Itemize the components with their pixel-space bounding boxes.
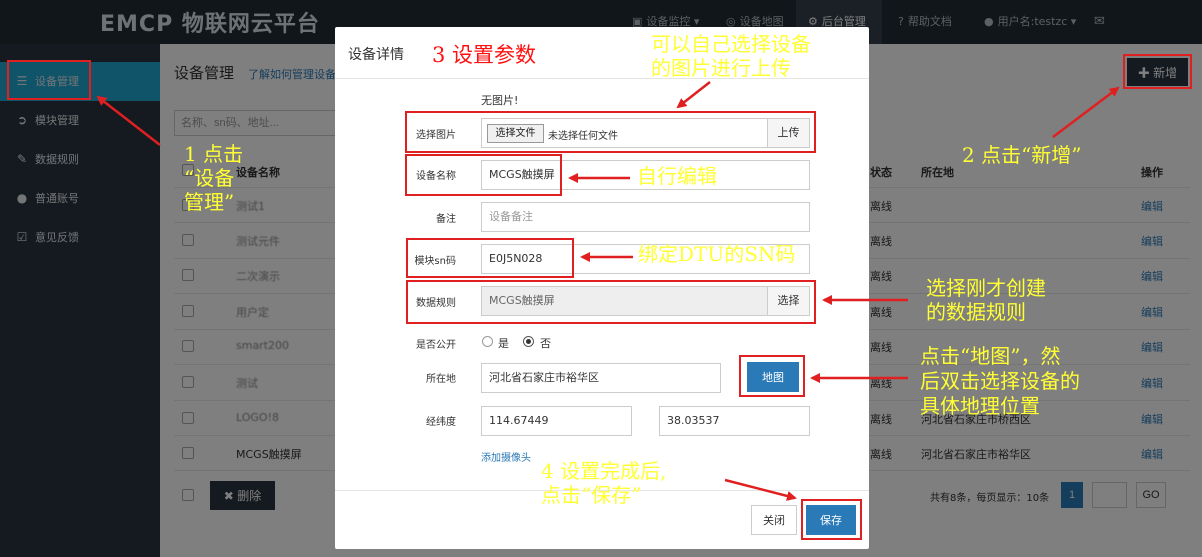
annotation-step4-line2: 点击“保存” [541, 483, 642, 507]
no-image-text: 无图片! [481, 94, 519, 107]
annotation-step1-line2: “设备 [184, 166, 235, 190]
highlight-map-button [739, 355, 805, 397]
highlight-sn-row [406, 238, 574, 278]
add-camera-link[interactable]: 添加摄像头 [481, 449, 531, 464]
annotation-map-line3: 具体地理位置 [920, 394, 1040, 418]
location-input[interactable]: 河北省石家庄市裕华区 [481, 363, 721, 393]
annotation-step1-line1: 1 点击 [184, 142, 244, 166]
public-no-radio[interactable] [523, 336, 534, 347]
annotation-rule-line1: 选择刚才创建 [926, 276, 1046, 300]
annotation-step4-line1: 4 设置完成后, [541, 459, 667, 483]
annotation-step2: 2 点击“新增” [962, 143, 1082, 167]
remark-label: 备注 [436, 214, 456, 225]
annotation-sn: 绑定DTU的SN码 [638, 242, 796, 266]
coordinates-label: 经纬度 [426, 417, 456, 428]
close-button[interactable]: 关闭 [751, 505, 797, 535]
highlight-device-manage [7, 60, 91, 100]
public-yes-radio[interactable] [482, 336, 493, 347]
highlight-name-row [405, 154, 562, 196]
highlight-image-row [405, 111, 816, 153]
latitude-input[interactable]: 38.03537 [659, 406, 810, 436]
public-no-label: 否 [540, 337, 551, 350]
highlight-save-button [801, 499, 862, 540]
location-label: 所在地 [426, 374, 456, 385]
annotation-upload-line1: 可以自己选择设备 [651, 32, 811, 56]
annotation-rule-line2: 的数据规则 [926, 300, 1026, 324]
highlight-add-button [1123, 54, 1192, 89]
public-label: 是否公开 [416, 340, 456, 351]
radio-dot [526, 339, 531, 344]
remark-input[interactable]: 设备备注 [481, 202, 810, 232]
longitude-input[interactable]: 114.67449 [481, 406, 632, 436]
highlight-rule-row [406, 280, 816, 324]
modal-title: 设备详情 [348, 47, 404, 63]
public-yes-label: 是 [498, 337, 509, 350]
annotation-edit: 自行编辑 [637, 164, 717, 188]
annotation-step1-line3: 管理” [184, 190, 235, 214]
annotation-upload-line2: 的图片进行上传 [651, 56, 791, 80]
annotation-map-line1: 点击“地图”，然 [920, 344, 1061, 368]
annotation-step3: 3 设置参数 [432, 43, 537, 67]
annotation-map-line2: 后双击选择设备的 [920, 369, 1080, 393]
